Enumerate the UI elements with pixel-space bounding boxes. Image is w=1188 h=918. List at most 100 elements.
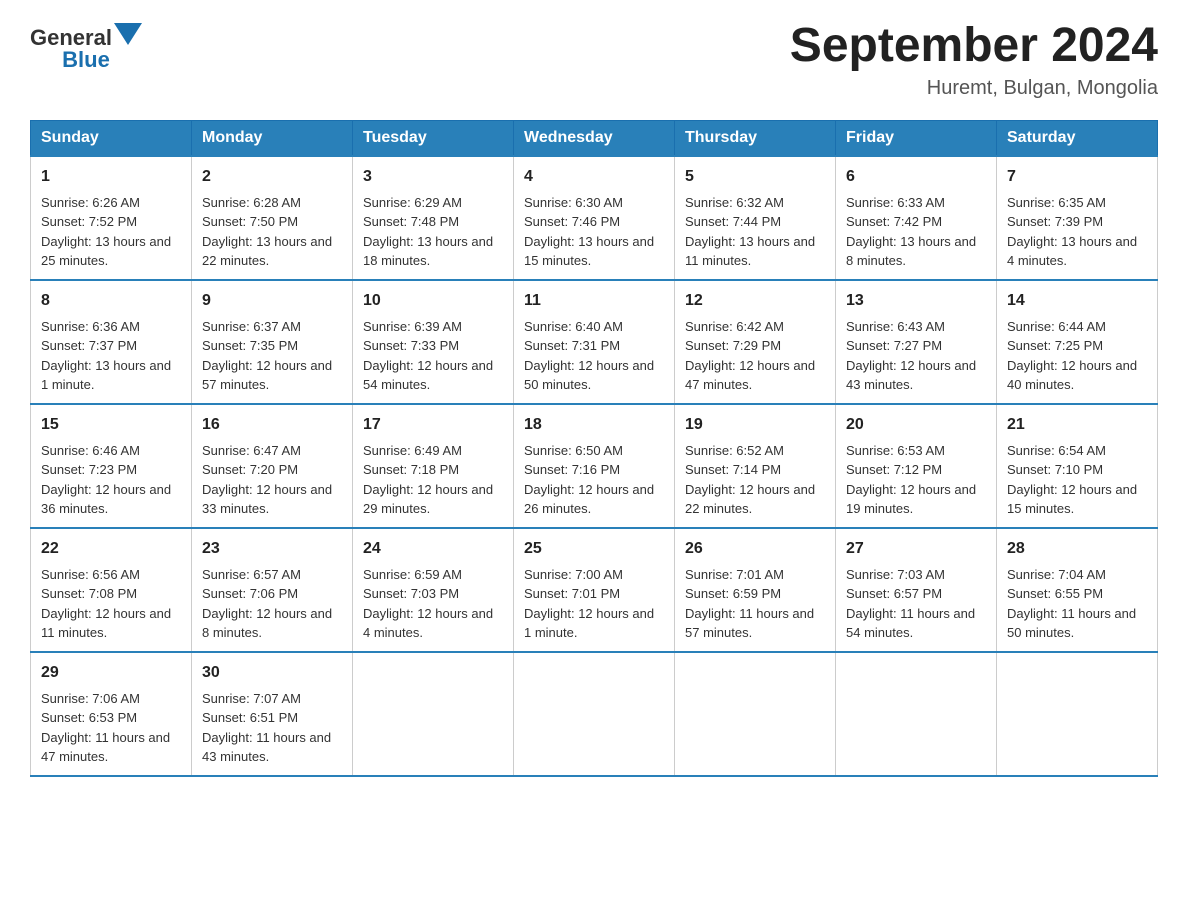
day-number: 26 [685, 537, 825, 561]
day-number: 10 [363, 289, 503, 313]
day-number: 4 [524, 165, 664, 189]
day-number: 19 [685, 413, 825, 437]
calendar-cell: 23 Sunrise: 6:57 AMSunset: 7:06 PMDayligh… [192, 528, 353, 652]
day-info: Sunrise: 6:32 AMSunset: 7:44 PMDaylight:… [685, 195, 815, 269]
day-number: 27 [846, 537, 986, 561]
column-header-saturday: Saturday [997, 120, 1158, 156]
calendar-cell: 7Sunrise: 6:35 AMSunset: 7:39 PMDaylight… [997, 156, 1158, 280]
day-number: 24 [363, 537, 503, 561]
day-number: 13 [846, 289, 986, 313]
day-info: Sunrise: 6:50 AMSunset: 7:16 PMDaylight:… [524, 443, 654, 517]
calendar-week-row: 1 Sunrise: 6:26 AMSunset: 7:52 PMDaylight… [31, 156, 1158, 280]
logo-icon: General Blue [30, 25, 142, 73]
calendar-table: SundayMondayTuesdayWednesdayThursdayFrid… [30, 120, 1158, 777]
day-info: Sunrise: 6:35 AMSunset: 7:39 PMDaylight:… [1007, 195, 1137, 269]
day-info: Sunrise: 6:42 AMSunset: 7:29 PMDaylight:… [685, 319, 815, 393]
day-info: Sunrise: 6:47 AMSunset: 7:20 PMDaylight:… [202, 443, 332, 517]
logo-arrow-icon [114, 23, 142, 51]
calendar-cell [353, 652, 514, 776]
day-info: Sunrise: 6:53 AMSunset: 7:12 PMDaylight:… [846, 443, 976, 517]
day-info: Sunrise: 6:37 AMSunset: 7:35 PMDaylight:… [202, 319, 332, 393]
day-number: 14 [1007, 289, 1147, 313]
day-info: Sunrise: 7:00 AMSunset: 7:01 PMDaylight:… [524, 567, 654, 641]
day-info: Sunrise: 6:59 AMSunset: 7:03 PMDaylight:… [363, 567, 493, 641]
day-info: Sunrise: 6:28 AMSunset: 7:50 PMDaylight:… [202, 195, 332, 269]
calendar-week-row: 22 Sunrise: 6:56 AMSunset: 7:08 PMDayligh… [31, 528, 1158, 652]
day-info: Sunrise: 6:44 AMSunset: 7:25 PMDaylight:… [1007, 319, 1137, 393]
calendar-cell: 25 Sunrise: 7:00 AMSunset: 7:01 PMDayligh… [514, 528, 675, 652]
day-info: Sunrise: 7:04 AMSunset: 6:55 PMDaylight:… [1007, 567, 1136, 641]
calendar-cell: 20 Sunrise: 6:53 AMSunset: 7:12 PMDayligh… [836, 404, 997, 528]
calendar-cell [997, 652, 1158, 776]
day-info: Sunrise: 6:39 AMSunset: 7:33 PMDaylight:… [363, 319, 493, 393]
calendar-cell: 19 Sunrise: 6:52 AMSunset: 7:14 PMDayligh… [675, 404, 836, 528]
day-number: 1 [41, 165, 181, 189]
calendar-cell: 27 Sunrise: 7:03 AMSunset: 6:57 PMDayligh… [836, 528, 997, 652]
calendar-cell: 5 Sunrise: 6:32 AMSunset: 7:44 PMDaylight… [675, 156, 836, 280]
logo: General Blue [30, 20, 142, 73]
day-info: Sunrise: 6:36 AMSunset: 7:37 PMDaylight:… [41, 319, 171, 393]
calendar-cell: 14 Sunrise: 6:44 AMSunset: 7:25 PMDayligh… [997, 280, 1158, 404]
column-header-tuesday: Tuesday [353, 120, 514, 156]
day-info: Sunrise: 6:40 AMSunset: 7:31 PMDaylight:… [524, 319, 654, 393]
calendar-cell: 26Sunrise: 7:01 AMSunset: 6:59 PMDayligh… [675, 528, 836, 652]
calendar-cell: 22 Sunrise: 6:56 AMSunset: 7:08 PMDayligh… [31, 528, 192, 652]
calendar-cell: 18 Sunrise: 6:50 AMSunset: 7:16 PMDayligh… [514, 404, 675, 528]
day-number: 3 [363, 165, 503, 189]
column-header-monday: Monday [192, 120, 353, 156]
calendar-cell: 24 Sunrise: 6:59 AMSunset: 7:03 PMDayligh… [353, 528, 514, 652]
day-info: Sunrise: 6:33 AMSunset: 7:42 PMDaylight:… [846, 195, 976, 269]
day-info: Sunrise: 6:52 AMSunset: 7:14 PMDaylight:… [685, 443, 815, 517]
calendar-cell: 29Sunrise: 7:06 AMSunset: 6:53 PMDayligh… [31, 652, 192, 776]
day-info: Sunrise: 6:43 AMSunset: 7:27 PMDaylight:… [846, 319, 976, 393]
day-number: 16 [202, 413, 342, 437]
column-header-friday: Friday [836, 120, 997, 156]
calendar-cell: 3 Sunrise: 6:29 AMSunset: 7:48 PMDaylight… [353, 156, 514, 280]
column-header-sunday: Sunday [31, 120, 192, 156]
calendar-cell: 30 Sunrise: 7:07 AMSunset: 6:51 PMDayligh… [192, 652, 353, 776]
calendar-cell: 2 Sunrise: 6:28 AMSunset: 7:50 PMDaylight… [192, 156, 353, 280]
calendar-cell: 16 Sunrise: 6:47 AMSunset: 7:20 PMDayligh… [192, 404, 353, 528]
day-info: Sunrise: 6:57 AMSunset: 7:06 PMDaylight:… [202, 567, 332, 641]
calendar-week-row: 8 Sunrise: 6:36 AMSunset: 7:37 PMDaylight… [31, 280, 1158, 404]
calendar-title: September 2024 [790, 20, 1158, 73]
calendar-cell: 1 Sunrise: 6:26 AMSunset: 7:52 PMDaylight… [31, 156, 192, 280]
day-number: 11 [524, 289, 664, 313]
day-number: 25 [524, 537, 664, 561]
calendar-cell: 21Sunrise: 6:54 AMSunset: 7:10 PMDayligh… [997, 404, 1158, 528]
calendar-header-row: SundayMondayTuesdayWednesdayThursdayFrid… [31, 120, 1158, 156]
calendar-cell: 8 Sunrise: 6:36 AMSunset: 7:37 PMDaylight… [31, 280, 192, 404]
page-header: General Blue September 2024 Huremt, Bulg… [30, 20, 1158, 100]
day-info: Sunrise: 7:07 AMSunset: 6:51 PMDaylight:… [202, 691, 331, 765]
day-number: 5 [685, 165, 825, 189]
day-number: 30 [202, 661, 342, 685]
day-info: Sunrise: 6:46 AMSunset: 7:23 PMDaylight:… [41, 443, 171, 517]
calendar-cell [514, 652, 675, 776]
calendar-cell: 13 Sunrise: 6:43 AMSunset: 7:27 PMDayligh… [836, 280, 997, 404]
day-info: Sunrise: 6:49 AMSunset: 7:18 PMDaylight:… [363, 443, 493, 517]
calendar-cell: 10 Sunrise: 6:39 AMSunset: 7:33 PMDayligh… [353, 280, 514, 404]
day-number: 18 [524, 413, 664, 437]
day-info: Sunrise: 7:06 AMSunset: 6:53 PMDaylight:… [41, 691, 170, 765]
calendar-cell [836, 652, 997, 776]
day-info: Sunrise: 6:26 AMSunset: 7:52 PMDaylight:… [41, 195, 171, 269]
calendar-week-row: 29Sunrise: 7:06 AMSunset: 6:53 PMDayligh… [31, 652, 1158, 776]
calendar-cell: 9Sunrise: 6:37 AMSunset: 7:35 PMDaylight… [192, 280, 353, 404]
day-info: Sunrise: 6:30 AMSunset: 7:46 PMDaylight:… [524, 195, 654, 269]
day-number: 2 [202, 165, 342, 189]
day-info: Sunrise: 6:56 AMSunset: 7:08 PMDaylight:… [41, 567, 171, 641]
day-number: 22 [41, 537, 181, 561]
day-info: Sunrise: 6:29 AMSunset: 7:48 PMDaylight:… [363, 195, 493, 269]
day-number: 15 [41, 413, 181, 437]
column-header-thursday: Thursday [675, 120, 836, 156]
calendar-cell: 11 Sunrise: 6:40 AMSunset: 7:31 PMDayligh… [514, 280, 675, 404]
day-number: 12 [685, 289, 825, 313]
day-info: Sunrise: 7:03 AMSunset: 6:57 PMDaylight:… [846, 567, 975, 641]
day-number: 23 [202, 537, 342, 561]
day-number: 28 [1007, 537, 1147, 561]
day-number: 6 [846, 165, 986, 189]
calendar-cell [675, 652, 836, 776]
day-number: 8 [41, 289, 181, 313]
day-number: 20 [846, 413, 986, 437]
calendar-cell: 28 Sunrise: 7:04 AMSunset: 6:55 PMDayligh… [997, 528, 1158, 652]
